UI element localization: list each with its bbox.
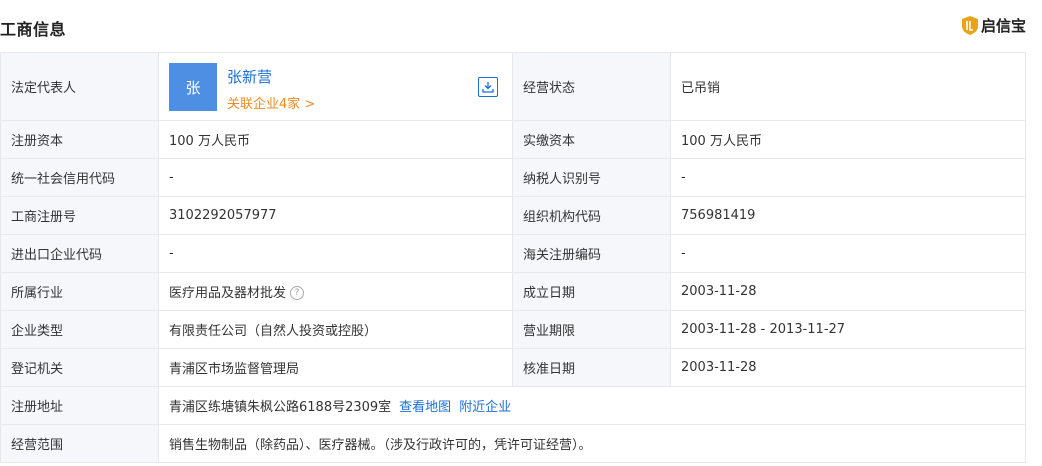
table-row: 统一社会信用代码 - 纳税人识别号 - xyxy=(0,158,1026,197)
brand-logo[interactable]: 启信宝 xyxy=(961,15,1026,36)
representative-cell: 张 张新营 关联企业4家 > xyxy=(158,52,513,121)
table-row: 注册资本 100 万人民币 实缴资本 100 万人民币 xyxy=(0,120,1026,159)
field-value: 100 万人民币 xyxy=(158,120,513,159)
field-value: 2003-11-28 - 2013-11-27 xyxy=(670,310,1026,349)
brand-name: 启信宝 xyxy=(980,17,1026,35)
address-value: 青浦区练塘镇朱枫公路6188号2309室 xyxy=(169,400,392,415)
field-label: 注册资本 xyxy=(0,120,159,159)
table-row: 登记机关 青浦区市场监督管理局 核准日期 2003-11-28 xyxy=(0,348,1026,387)
field-label: 核准日期 xyxy=(512,348,671,387)
field-label: 注册地址 xyxy=(0,386,159,425)
avatar: 张 xyxy=(169,63,217,111)
help-icon[interactable]: ? xyxy=(290,285,305,300)
field-label: 所属行业 xyxy=(0,272,159,311)
field-label: 经营状态 xyxy=(512,52,671,121)
field-value: 3102292057977 xyxy=(158,196,513,235)
table-row: 经营范围 销售生物制品（除药品）、医疗器械。（涉及行政许可的，凭许可证经营）。 xyxy=(0,424,1026,463)
field-value: 100 万人民币 xyxy=(670,120,1026,159)
field-value: 2003-11-28 xyxy=(670,272,1026,311)
field-value: 已吊销 xyxy=(670,52,1026,121)
field-label: 纳税人识别号 xyxy=(512,158,671,197)
field-label: 组织机构代码 xyxy=(512,196,671,235)
field-label: 海关注册编码 xyxy=(512,234,671,273)
field-value: - xyxy=(158,234,513,273)
field-value-industry: 医疗用品及器材批发? xyxy=(158,272,513,311)
field-value: 有限责任公司（自然人投资或控股） xyxy=(158,310,513,349)
field-value: - xyxy=(670,234,1026,273)
table-row: 企业类型 有限责任公司（自然人投资或控股） 营业期限 2003-11-28 - … xyxy=(0,310,1026,349)
field-value: - xyxy=(670,158,1026,197)
field-label: 成立日期 xyxy=(512,272,671,311)
industry-value: 医疗用品及器材批发 xyxy=(169,286,287,301)
business-info-table: 法定代表人 张 张新营 关联企业4家 > 经营状态 已吊销 注册资本 100 万… xyxy=(0,52,1026,463)
field-label: 营业期限 xyxy=(512,310,671,349)
representative-name-link[interactable]: 张新营 xyxy=(227,66,272,87)
table-row: 进出口企业代码 - 海关注册编码 - xyxy=(0,234,1026,273)
field-value: - xyxy=(158,158,513,197)
address-cell: 青浦区练塘镇朱枫公路6188号2309室 查看地图 附近企业 xyxy=(158,386,1026,425)
field-value: 2003-11-28 xyxy=(670,348,1026,387)
field-label: 经营范围 xyxy=(0,424,159,463)
field-label: 登记机关 xyxy=(0,348,159,387)
table-row: 法定代表人 张 张新营 关联企业4家 > 经营状态 已吊销 xyxy=(0,52,1026,121)
field-label: 统一社会信用代码 xyxy=(0,158,159,197)
table-row: 工商注册号 3102292057977 组织机构代码 756981419 xyxy=(0,196,1026,235)
field-label: 企业类型 xyxy=(0,310,159,349)
download-button[interactable] xyxy=(478,77,498,97)
field-label: 实缴资本 xyxy=(512,120,671,159)
view-map-link[interactable]: 查看地图 xyxy=(399,400,451,415)
business-scope-value: 销售生物制品（除药品）、医疗器械。（涉及行政许可的，凭许可证经营）。 xyxy=(158,424,1026,463)
field-label: 法定代表人 xyxy=(0,52,159,121)
nearby-companies-link[interactable]: 附近企业 xyxy=(459,400,511,415)
table-row: 所属行业 医疗用品及器材批发? 成立日期 2003-11-28 xyxy=(0,272,1026,311)
field-value: 756981419 xyxy=(670,196,1026,235)
shield-icon xyxy=(961,16,978,35)
section-header: 工商信息 启信宝 xyxy=(0,0,1042,52)
section-title: 工商信息 xyxy=(0,20,67,39)
field-value: 青浦区市场监督管理局 xyxy=(158,348,513,387)
table-row: 注册地址 青浦区练塘镇朱枫公路6188号2309室 查看地图 附近企业 xyxy=(0,386,1026,425)
field-label: 工商注册号 xyxy=(0,196,159,235)
download-icon xyxy=(482,82,494,93)
related-companies-link[interactable]: 关联企业4家 > xyxy=(227,93,315,112)
field-label: 进出口企业代码 xyxy=(0,234,159,273)
